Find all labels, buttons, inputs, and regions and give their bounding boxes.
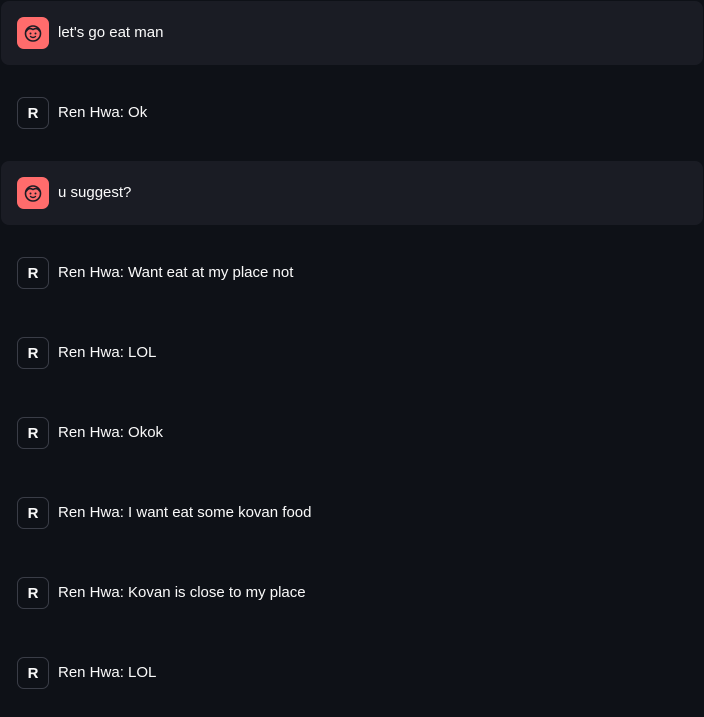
assistant-message: R Ren Hwa: LOL [1,641,703,705]
assistant-message: R Ren Hwa: I want eat some kovan food [1,481,703,545]
assistant-avatar: R [17,657,49,689]
chat-message-list: let's go eat man R Ren Hwa: Ok u suggest… [0,0,704,717]
assistant-avatar: R [17,497,49,529]
message-text: Ren Hwa: Ok [58,104,148,121]
assistant-avatar: R [17,417,49,449]
assistant-message: R Ren Hwa: Okok [1,401,703,465]
assistant-message: R Ren Hwa: Kovan is close to my place [1,561,703,625]
user-message: let's go eat man [1,1,703,65]
message-text: Ren Hwa: Want eat at my place not [58,264,294,281]
message-text: u suggest? [58,184,132,201]
message-text: Ren Hwa: Kovan is close to my place [58,584,306,601]
assistant-message: R Ren Hwa: LOL [1,321,703,385]
assistant-avatar: R [17,257,49,289]
assistant-message: R Ren Hwa: Want eat at my place not [1,241,703,305]
message-text: Ren Hwa: LOL [58,344,157,361]
assistant-message: R Ren Hwa: Ok [1,81,703,145]
face-icon [24,25,42,42]
face-icon [24,185,42,202]
assistant-avatar: R [17,337,49,369]
message-text: Ren Hwa: I want eat some kovan food [58,504,312,521]
message-text: let's go eat man [58,24,164,41]
assistant-avatar: R [17,97,49,129]
user-avatar [17,17,49,49]
assistant-avatar: R [17,577,49,609]
user-avatar [17,177,49,209]
message-text: Ren Hwa: LOL [58,664,157,681]
user-message: u suggest? [1,161,703,225]
message-text: Ren Hwa: Okok [58,424,164,441]
